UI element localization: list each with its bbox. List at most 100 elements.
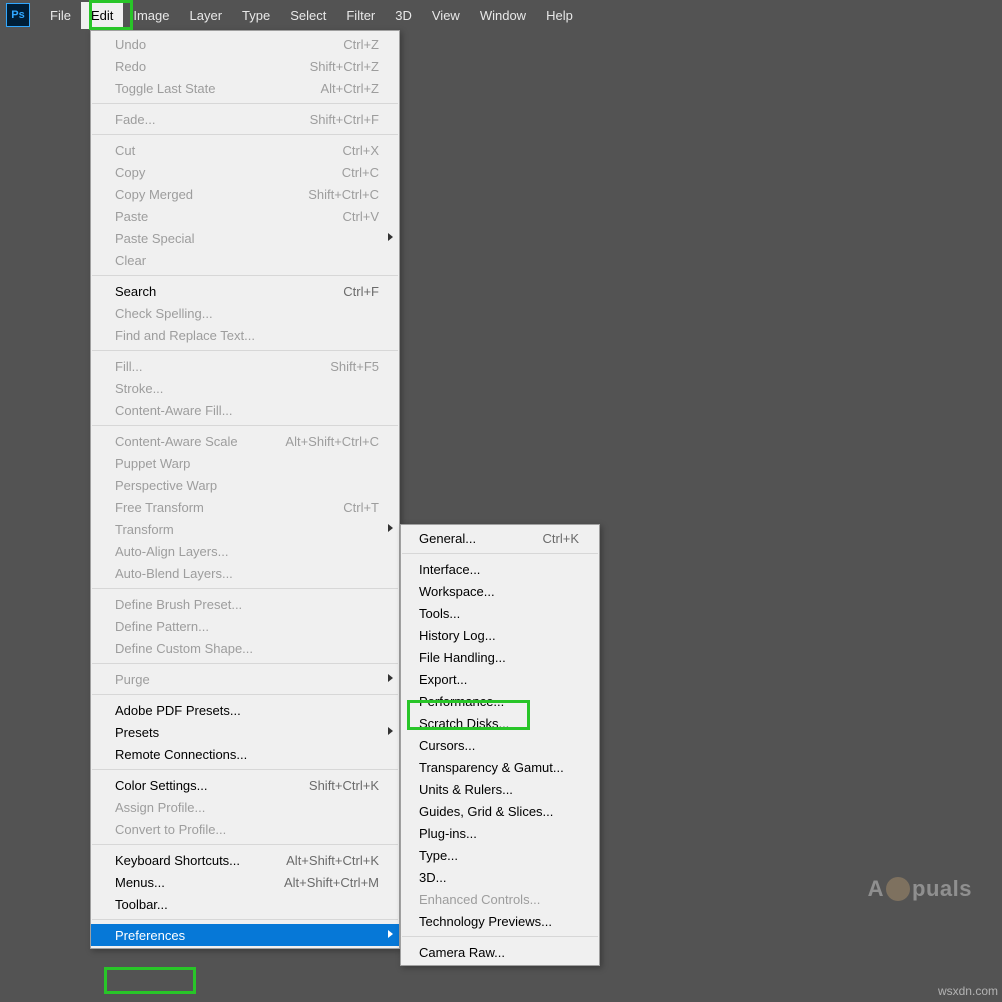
menubar-item-type[interactable]: Type xyxy=(232,2,280,29)
menu-item-label: Fill... xyxy=(115,359,330,374)
prefs-menu-item-plug-ins[interactable]: Plug-ins... xyxy=(401,822,599,844)
prefs-menu-item-camera-raw[interactable]: Camera Raw... xyxy=(401,941,599,963)
menu-item-label: Fade... xyxy=(115,112,310,127)
prefs-menu-item-3d[interactable]: 3D... xyxy=(401,866,599,888)
menubar-item-help[interactable]: Help xyxy=(536,2,583,29)
menu-item-label: 3D... xyxy=(419,870,591,885)
edit-menu-item-presets[interactable]: Presets xyxy=(91,721,399,743)
edit-menu-item-free-transform: Free TransformCtrl+T xyxy=(91,496,399,518)
prefs-menu-item-type[interactable]: Type... xyxy=(401,844,599,866)
edit-menu-item-stroke: Stroke... xyxy=(91,377,399,399)
menu-item-shortcut: Alt+Ctrl+Z xyxy=(320,81,391,96)
prefs-menu-item-technology-previews[interactable]: Technology Previews... xyxy=(401,910,599,932)
menubar-item-file[interactable]: File xyxy=(40,2,81,29)
menu-item-shortcut: Shift+Ctrl+K xyxy=(309,778,391,793)
prefs-menu-item-tools[interactable]: Tools... xyxy=(401,602,599,624)
menubar-item-3d[interactable]: 3D xyxy=(385,2,422,29)
menu-item-label: Find and Replace Text... xyxy=(115,328,391,343)
menu-item-label: Cursors... xyxy=(419,738,591,753)
edit-menu-item-clear: Clear xyxy=(91,249,399,271)
menu-item-label: Puppet Warp xyxy=(115,456,391,471)
menu-item-label: Cut xyxy=(115,143,343,158)
prefs-menu-item-enhanced-controls: Enhanced Controls... xyxy=(401,888,599,910)
menubar-item-select[interactable]: Select xyxy=(280,2,336,29)
menu-item-label: Search xyxy=(115,284,343,299)
edit-menu-separator xyxy=(92,769,398,770)
prefs-menu-item-guides-grid-slices[interactable]: Guides, Grid & Slices... xyxy=(401,800,599,822)
menu-item-label: Toolbar... xyxy=(115,897,391,912)
menu-item-label: Undo xyxy=(115,37,343,52)
edit-menu-item-content-aware-scale: Content-Aware ScaleAlt+Shift+Ctrl+C xyxy=(91,430,399,452)
edit-menu-separator xyxy=(92,694,398,695)
menu-item-label: Adobe PDF Presets... xyxy=(115,703,391,718)
edit-menu-item-define-custom-shape: Define Custom Shape... xyxy=(91,637,399,659)
menu-item-label: Color Settings... xyxy=(115,778,309,793)
menu-item-label: Keyboard Shortcuts... xyxy=(115,853,286,868)
menu-item-label: Purge xyxy=(115,672,391,687)
menu-item-label: Define Custom Shape... xyxy=(115,641,391,656)
menu-item-label: Content-Aware Scale xyxy=(115,434,285,449)
edit-menu-item-keyboard-shortcuts[interactable]: Keyboard Shortcuts...Alt+Shift+Ctrl+K xyxy=(91,849,399,871)
edit-menu: UndoCtrl+ZRedoShift+Ctrl+ZToggle Last St… xyxy=(90,30,400,949)
edit-menu-item-transform: Transform xyxy=(91,518,399,540)
edit-menu-item-color-settings[interactable]: Color Settings...Shift+Ctrl+K xyxy=(91,774,399,796)
menubar-item-layer[interactable]: Layer xyxy=(180,2,233,29)
prefs-menu-item-general[interactable]: General...Ctrl+K xyxy=(401,527,599,549)
menu-item-shortcut: Alt+Shift+Ctrl+K xyxy=(286,853,391,868)
edit-menu-separator xyxy=(92,425,398,426)
watermark: A puals xyxy=(868,876,972,902)
prefs-menu-item-file-handling[interactable]: File Handling... xyxy=(401,646,599,668)
menu-item-label: Clear xyxy=(115,253,391,268)
prefs-menu-item-interface[interactable]: Interface... xyxy=(401,558,599,580)
submenu-arrow-icon xyxy=(388,930,393,938)
edit-menu-item-search[interactable]: SearchCtrl+F xyxy=(91,280,399,302)
menu-item-label: Presets xyxy=(115,725,391,740)
menu-item-label: Paste xyxy=(115,209,343,224)
edit-menu-item-perspective-warp: Perspective Warp xyxy=(91,474,399,496)
menu-item-label: Guides, Grid & Slices... xyxy=(419,804,591,819)
menu-item-label: Interface... xyxy=(419,562,591,577)
menu-item-label: Copy Merged xyxy=(115,187,308,202)
edit-menu-item-copy-merged: Copy MergedShift+Ctrl+C xyxy=(91,183,399,205)
watermark-prefix: A xyxy=(868,876,884,902)
menu-item-shortcut: Shift+F5 xyxy=(330,359,391,374)
menu-item-shortcut: Ctrl+K xyxy=(543,531,591,546)
menu-item-label: Redo xyxy=(115,59,310,74)
menu-item-shortcut: Ctrl+T xyxy=(343,500,391,515)
prefs-menu-item-history-log[interactable]: History Log... xyxy=(401,624,599,646)
edit-menu-item-preferences[interactable]: Preferences xyxy=(91,924,399,946)
menu-item-shortcut: Shift+Ctrl+C xyxy=(308,187,391,202)
prefs-menu-item-units-rulers[interactable]: Units & Rulers... xyxy=(401,778,599,800)
menu-item-label: Assign Profile... xyxy=(115,800,391,815)
menu-item-label: Technology Previews... xyxy=(419,914,591,929)
edit-menu-item-remote-connections[interactable]: Remote Connections... xyxy=(91,743,399,765)
prefs-menu-item-export[interactable]: Export... xyxy=(401,668,599,690)
prefs-menu-item-cursors[interactable]: Cursors... xyxy=(401,734,599,756)
edit-menu-item-paste: PasteCtrl+V xyxy=(91,205,399,227)
edit-menu-item-assign-profile: Assign Profile... xyxy=(91,796,399,818)
prefs-menu-item-transparency-gamut[interactable]: Transparency & Gamut... xyxy=(401,756,599,778)
menu-item-shortcut: Ctrl+V xyxy=(343,209,391,224)
menu-item-label: Toggle Last State xyxy=(115,81,320,96)
edit-menu-item-paste-special: Paste Special xyxy=(91,227,399,249)
edit-menu-item-menus[interactable]: Menus...Alt+Shift+Ctrl+M xyxy=(91,871,399,893)
edit-menu-item-redo: RedoShift+Ctrl+Z xyxy=(91,55,399,77)
menubar-item-view[interactable]: View xyxy=(422,2,470,29)
menubar-item-window[interactable]: Window xyxy=(470,2,536,29)
prefs-menu-item-workspace[interactable]: Workspace... xyxy=(401,580,599,602)
menu-item-label: Plug-ins... xyxy=(419,826,591,841)
menu-item-label: Define Brush Preset... xyxy=(115,597,391,612)
highlight-performance xyxy=(407,700,530,730)
edit-menu-item-adobe-pdf-presets[interactable]: Adobe PDF Presets... xyxy=(91,699,399,721)
submenu-arrow-icon xyxy=(388,674,393,682)
edit-menu-item-check-spelling: Check Spelling... xyxy=(91,302,399,324)
app-logo: Ps xyxy=(6,3,30,27)
menubar-item-filter[interactable]: Filter xyxy=(336,2,385,29)
menu-item-label: Remote Connections... xyxy=(115,747,391,762)
watermark-avatar-icon xyxy=(886,877,910,901)
edit-menu-item-fill: Fill...Shift+F5 xyxy=(91,355,399,377)
prefs-menu-separator xyxy=(402,553,598,554)
edit-menu-item-toolbar[interactable]: Toolbar... xyxy=(91,893,399,915)
menu-item-label: Export... xyxy=(419,672,591,687)
menu-item-label: Workspace... xyxy=(419,584,591,599)
